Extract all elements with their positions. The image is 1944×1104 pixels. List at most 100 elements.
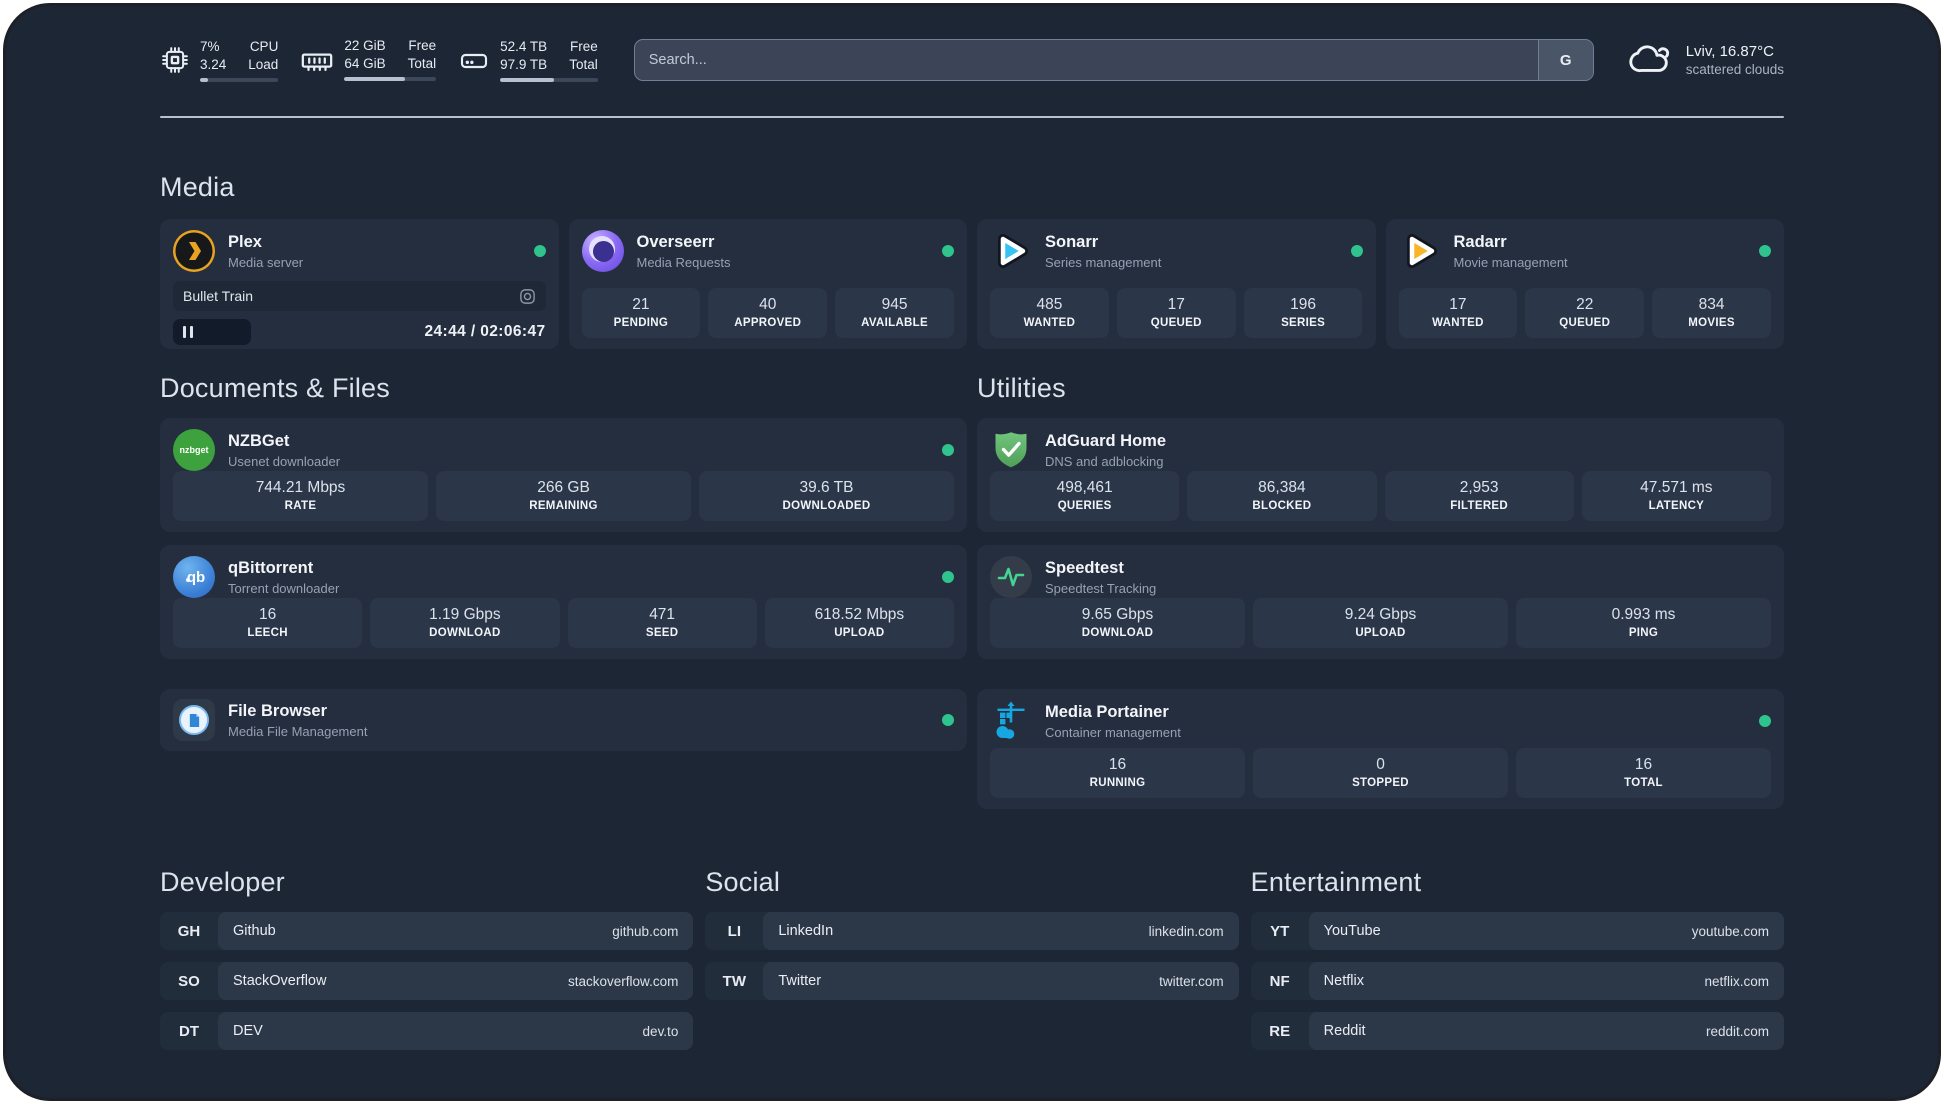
cpu-icon (160, 45, 190, 80)
bookmark-stackoverflow[interactable]: SO StackOverflow stackoverflow.com (160, 962, 694, 1000)
bookmark-url: netflix.com (1704, 973, 1769, 989)
bookmark-name: StackOverflow (233, 973, 327, 989)
section-title-utilities: Utilities (977, 373, 1066, 403)
disc-icon[interactable] (519, 288, 536, 305)
sonarr-icon (990, 230, 1032, 272)
search-engine-button[interactable]: G (1537, 40, 1593, 80)
service-card-overseerr[interactable]: Overseerr Media Requests 21 PENDING 40 APP… (568, 219, 967, 349)
bookmark-name: YouTube (1323, 923, 1381, 939)
service-card-adguard[interactable]: AdGuard Home DNS and adblocking 498,461 Q… (977, 418, 1784, 532)
bookmark-netflix[interactable]: NF Netflix netflix.com (1250, 962, 1784, 1000)
radarr-icon (1399, 230, 1441, 272)
disk-total-value: 97.9 TB (500, 56, 548, 72)
stat-box: 40 APPROVED (708, 288, 828, 338)
service-card-filebrowser[interactable]: File Browser Media File Management (160, 689, 967, 751)
stat-box: 22 QUEUED (1525, 288, 1645, 338)
disk-icon (458, 45, 490, 82)
bookmark-name: Twitter (778, 973, 822, 989)
bookmark-url: github.com (612, 923, 679, 939)
section-title-documents: Documents & Files (160, 373, 390, 403)
service-card-portainer[interactable]: Media Portainer Container management 16 R… (977, 689, 1784, 809)
filebrowser-icon (173, 699, 215, 741)
disk-free-value: 52.4 TB (500, 38, 548, 54)
section-title-social: Social (705, 867, 781, 897)
status-dot (942, 245, 954, 257)
bookmark-dev[interactable]: DT DEV dev.to (160, 1012, 694, 1050)
bookmark-abbr: RE (1269, 1022, 1291, 1040)
stat-box: 498,461 QUERIES (990, 471, 1180, 521)
weather-widget[interactable]: Lviv, 16.87°C scattered clouds (1628, 35, 1784, 86)
service-desc: Media Requests (636, 254, 731, 270)
stat-box: 834 MOVIES (1652, 288, 1771, 338)
status-dot (533, 245, 546, 257)
disk-total-label: Total (569, 56, 598, 72)
bookmark-url: reddit.com (1705, 1023, 1769, 1039)
cpu-usage-bar (200, 77, 279, 82)
service-name: AdGuard Home (1045, 431, 1167, 450)
bookmark-name: Netflix (1323, 973, 1364, 989)
service-card-plex[interactable]: Plex Media server Bullet Train 24:44 / 0… (160, 219, 559, 349)
service-card-radarr[interactable]: Radarr Movie management 17 WANTED 22 QUEUE… (1385, 219, 1784, 349)
stat-box: 9.65 Gbps DOWNLOAD (990, 598, 1245, 648)
stat-box: 16 RUNNING (990, 748, 1245, 798)
bookmark-twitter[interactable]: TW Twitter twitter.com (705, 962, 1239, 1000)
stat-box: 471 SEED (567, 598, 757, 648)
status-dot (942, 571, 954, 583)
memory-icon (300, 44, 334, 83)
service-name: Overseerr (636, 232, 715, 251)
cloud-icon (1628, 35, 1674, 86)
memory-free-value: 22 GiB (344, 37, 386, 53)
stat-box: 17 WANTED (1398, 288, 1518, 338)
memory-total-value: 64 GiB (344, 55, 386, 71)
bookmark-github[interactable]: GH Github github.com (160, 912, 694, 950)
now-playing-title: Bullet Train (183, 288, 254, 304)
status-dot (942, 444, 954, 456)
cpu-widget: 7% 3.24 CPU Load (160, 38, 279, 82)
pause-button[interactable] (173, 319, 251, 345)
service-card-sonarr[interactable]: Sonarr Series management 485 WANTED 17 QUE… (977, 219, 1376, 349)
bookmark-url: twitter.com (1159, 973, 1224, 989)
bookmark-abbr: NF (1269, 972, 1290, 990)
service-desc: Usenet downloader (228, 453, 341, 469)
header-divider (160, 116, 1784, 118)
weather-condition: scattered clouds (1685, 62, 1784, 77)
service-card-speedtest[interactable]: Speedtest Speedtest Tracking 9.65 Gbps DO… (977, 545, 1784, 659)
stat-box: 16 TOTAL (1516, 748, 1771, 798)
qbittorrent-icon: qb (173, 556, 215, 598)
service-name: Speedtest (1045, 558, 1124, 577)
status-dot (1759, 245, 1771, 257)
bookmark-reddit[interactable]: RE Reddit reddit.com (1250, 1012, 1784, 1050)
stat-box: 618.52 Mbps UPLOAD (764, 598, 954, 648)
bookmark-abbr: GH (177, 922, 201, 940)
service-desc: Series management (1045, 254, 1162, 270)
stat-box: 485 WANTED (990, 288, 1109, 338)
service-name: Radarr (1453, 232, 1507, 251)
cpu-percent: 7% (200, 38, 220, 54)
memory-free-label: Free (408, 37, 437, 53)
bookmark-abbr: YT (1270, 922, 1290, 940)
bookmark-youtube[interactable]: YT YouTube youtube.com (1250, 912, 1784, 950)
service-desc: Media File Management (228, 723, 368, 739)
bookmark-url: linkedin.com (1148, 923, 1224, 939)
now-playing-row: Bullet Train (173, 281, 546, 311)
section-title-developer: Developer (160, 867, 285, 897)
stat-box: 47.571 ms LATENCY (1581, 471, 1771, 521)
service-card-qbittorrent[interactable]: qb qBittorrent Torrent downloader 16 LEEC… (160, 545, 967, 659)
service-desc: Movie management (1453, 254, 1568, 270)
section-title-media: Media (160, 172, 235, 202)
disk-usage-bar (500, 77, 598, 82)
overseerr-icon (581, 230, 624, 272)
weather-location: Lviv, 16.87°C (1685, 43, 1774, 60)
search-input[interactable] (634, 40, 1538, 80)
status-dot (1759, 715, 1771, 727)
bookmark-linkedin[interactable]: LI LinkedIn linkedin.com (705, 912, 1239, 950)
bookmark-url: dev.to (642, 1023, 679, 1039)
search-bar: G (633, 39, 1594, 81)
stat-box: 17 QUEUED (1116, 288, 1236, 338)
dashboard-window: 7% 3.24 CPU Load 22 GiB 64 GiB Free Tota… (6, 6, 1938, 1098)
stat-box: 744.21 Mbps RATE (173, 471, 428, 521)
memory-total-label: Total (407, 55, 437, 71)
stat-box: 16 LEECH (173, 598, 363, 648)
service-card-nzbget[interactable]: nzbget NZBGet Usenet downloader 744.21 M… (160, 418, 967, 532)
disk-free-label: Free (569, 38, 598, 54)
